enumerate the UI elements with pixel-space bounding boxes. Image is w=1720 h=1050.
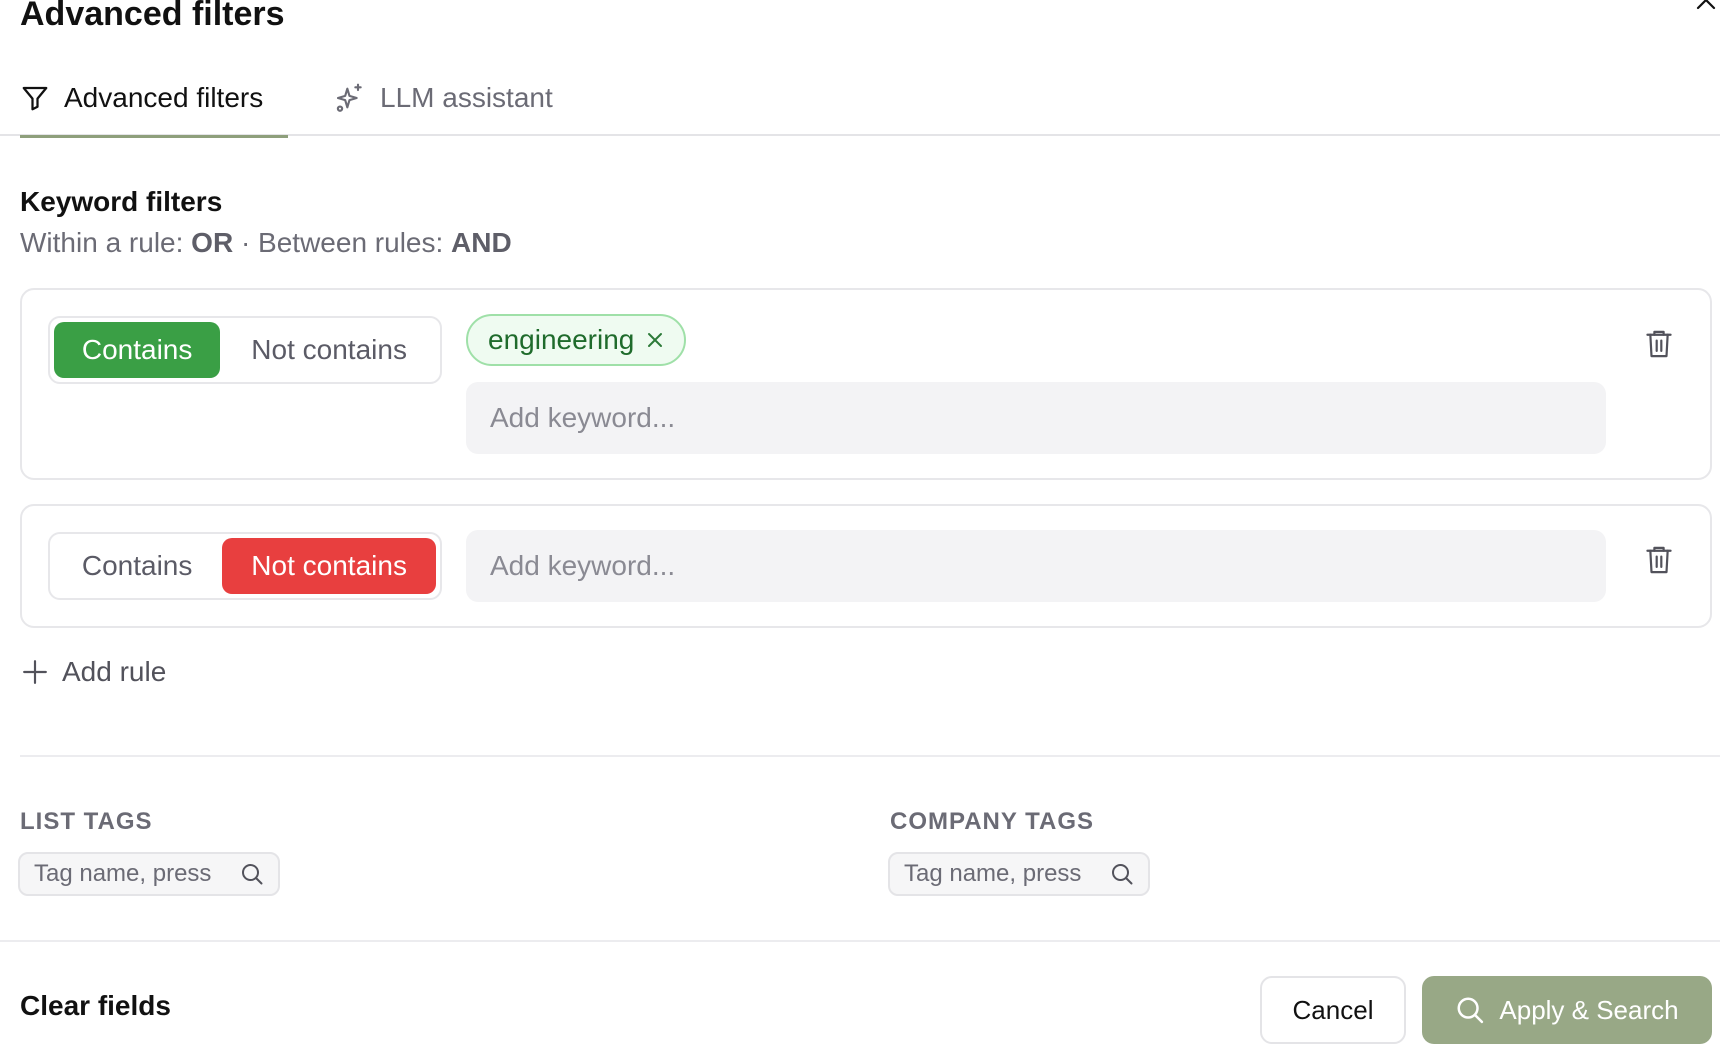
sparkles-icon	[336, 83, 362, 112]
clear-fields-button[interactable]: Clear fields	[20, 990, 171, 1022]
company-tags-label: COMPANY TAGS	[890, 808, 1095, 835]
tab-label: LLM assistant	[380, 82, 553, 113]
apply-search-label: Apply & Search	[1499, 994, 1679, 1025]
search-icon	[1457, 997, 1484, 1024]
close-button[interactable]	[1692, 0, 1720, 14]
advanced-filters-modal: Advanced filters Advanced filters LLM as…	[0, 0, 1720, 1050]
tab-advanced-filters[interactable]: Advanced filters	[20, 60, 288, 138]
keyword-chip-label: engineering	[488, 324, 635, 355]
within-rule-operator: OR	[191, 227, 234, 258]
add-rule-label: Add rule	[62, 656, 167, 687]
close-icon	[1696, 0, 1716, 10]
tab-llm-assistant[interactable]: LLM assistant	[334, 60, 553, 136]
trash-icon	[1646, 330, 1672, 358]
contains-toggle[interactable]: Contains	[54, 538, 220, 594]
delete-rule-button[interactable]	[1644, 328, 1674, 360]
plus-icon	[23, 660, 47, 684]
keyword-rule: Contains Not contains	[20, 504, 1712, 628]
company-tags-input[interactable]	[904, 860, 1100, 888]
trash-icon	[1646, 546, 1672, 574]
keyword-rule: Contains Not contains engineering	[20, 288, 1712, 480]
delete-rule-button[interactable]	[1644, 544, 1674, 576]
list-tags-label: LIST TAGS	[20, 808, 153, 835]
section-divider	[20, 755, 1720, 757]
add-keyword-input[interactable]	[466, 382, 1606, 454]
company-tags-search[interactable]	[888, 852, 1150, 896]
tab-bar: Advanced filters LLM assistant	[0, 60, 1720, 138]
filter-icon	[22, 86, 48, 111]
add-rule-button[interactable]: Add rule	[22, 652, 166, 692]
cancel-button[interactable]: Cancel	[1260, 976, 1406, 1044]
remove-keyword-button[interactable]	[646, 331, 664, 349]
subtitle-prefix: Within a rule:	[20, 227, 192, 258]
add-keyword-input[interactable]	[466, 530, 1606, 602]
keyword-filters-title: Keyword filters	[20, 186, 223, 217]
search-icon	[1112, 864, 1133, 885]
tab-label: Advanced filters	[64, 82, 264, 113]
search-icon	[242, 864, 263, 885]
not-contains-toggle[interactable]: Not contains	[222, 538, 436, 594]
between-rules-operator: AND	[451, 227, 512, 258]
subtitle-middle: · Between rules:	[233, 227, 452, 258]
mode-toggle: Contains Not contains	[48, 532, 442, 600]
mode-toggle: Contains Not contains	[48, 316, 442, 384]
close-icon	[648, 333, 663, 347]
contains-toggle[interactable]: Contains	[54, 322, 221, 378]
list-tags-search[interactable]	[18, 852, 280, 896]
list-tags-input[interactable]	[34, 860, 230, 888]
keyword-filters-subtitle: Within a rule: OR · Between rules: AND	[20, 227, 512, 259]
keyword-chip: engineering	[466, 314, 687, 366]
footer-divider	[0, 940, 1720, 942]
not-contains-toggle[interactable]: Not contains	[222, 322, 436, 378]
apply-search-button[interactable]: Apply & Search	[1422, 976, 1712, 1044]
modal-title: Advanced filters	[20, 0, 285, 33]
